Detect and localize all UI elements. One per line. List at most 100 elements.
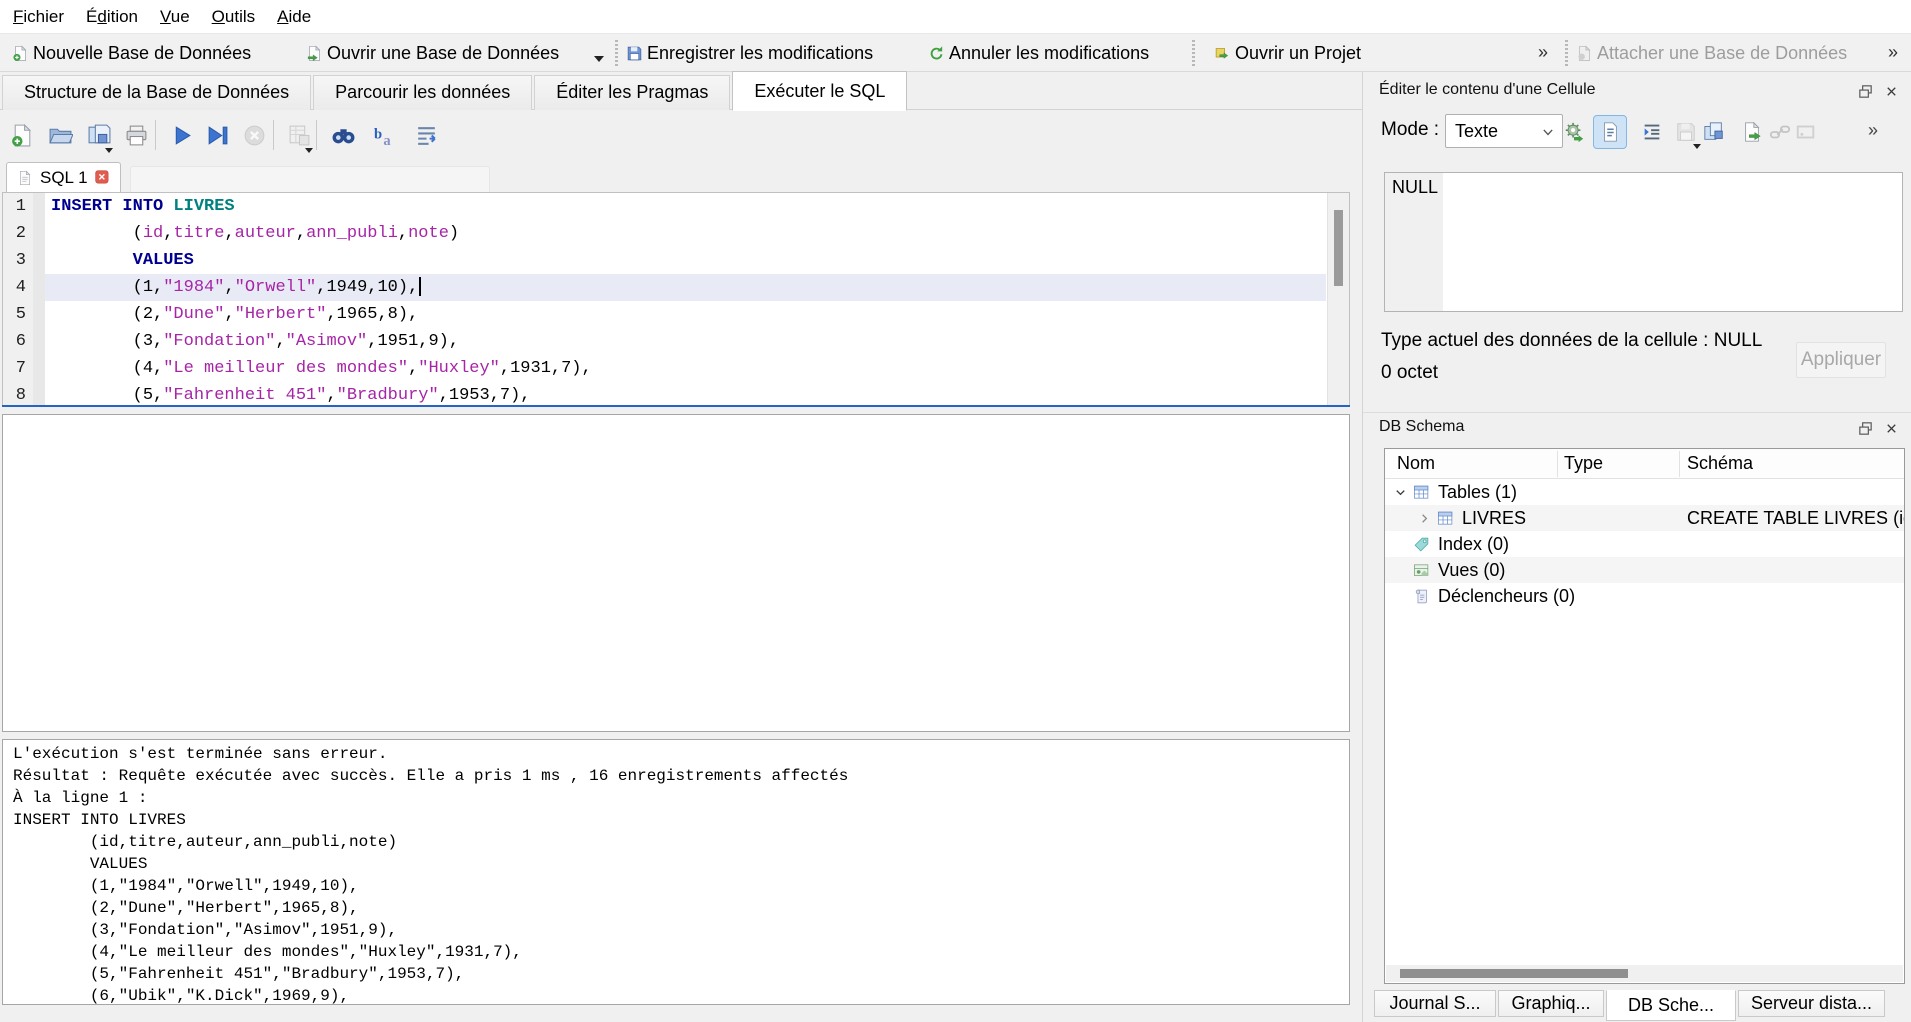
save-changes-button[interactable]: Enregistrer les modifications: [626, 40, 873, 67]
execution-log-pane: L'exécution s'est terminée sans erreur. …: [2, 739, 1350, 1005]
float-panel-icon[interactable]: [1854, 417, 1876, 439]
view-icon: [1411, 562, 1431, 579]
schema-row-tables[interactable]: Tables (1): [1385, 479, 1904, 505]
save-results-button[interactable]: [285, 121, 313, 149]
close-tab-icon[interactable]: [95, 170, 110, 185]
open-database-dropdown-icon[interactable]: [594, 56, 604, 62]
table-icon: [1411, 484, 1431, 501]
import-cell-button[interactable]: [1699, 117, 1729, 147]
sql-editor[interactable]: 12345678 INSERT INTO LIVRES (id,titre,au…: [2, 192, 1350, 405]
export-cell-button[interactable]: [1737, 117, 1767, 147]
tab-browse[interactable]: Parcourir les données: [313, 75, 532, 110]
schema-row-index[interactable]: Index (0): [1385, 531, 1904, 557]
dock-tab-db-schema[interactable]: DB Sche...: [1606, 990, 1736, 1021]
dock-tab-journal-sql[interactable]: Journal S...: [1374, 990, 1496, 1017]
scrollbar-thumb[interactable]: [1400, 969, 1628, 978]
code-line-3: VALUES: [45, 247, 1326, 274]
cell-content-editor[interactable]: NULL: [1384, 172, 1903, 312]
db-browser-window: FichierÉditionVueOutilsAide Nouvelle Bas…: [0, 0, 1911, 1022]
cell-editor-panel-header: Éditer le contenu d'une Cellule: [1363, 76, 1911, 106]
float-panel-icon[interactable]: [1854, 80, 1876, 102]
tab-pragmas[interactable]: Éditer les Pragmas: [534, 75, 730, 110]
word-wrap-button[interactable]: [412, 121, 440, 149]
line-number: 2: [3, 220, 33, 247]
schema-row-livres[interactable]: LIVRESCREATE TABLE LIVRES (id II: [1385, 505, 1904, 531]
open-project-icon: [1214, 45, 1231, 62]
new-sql-tab-button[interactable]: [8, 121, 36, 149]
tab-execute-sql[interactable]: Exécuter le SQL: [732, 71, 907, 111]
toolbar-separator: [316, 120, 317, 150]
expander-right-icon[interactable]: [1413, 511, 1435, 526]
execute-current-line-button[interactable]: [203, 121, 231, 149]
new-database-icon: [12, 45, 29, 62]
scrollbar-thumb[interactable]: [1334, 210, 1343, 286]
find-replace-button[interactable]: [329, 121, 357, 149]
menu-aide[interactable]: Aide: [266, 2, 322, 32]
toolbar-separator: [1565, 40, 1568, 66]
toolbar-overflow-chevron[interactable]: »: [1868, 120, 1878, 141]
sql-code-area[interactable]: INSERT INTO LIVRES (id,titre,auteur,ann_…: [45, 193, 1326, 405]
db-schema-panel-header: DB Schema: [1363, 412, 1911, 442]
print-sql-button[interactable]: [122, 121, 150, 149]
column-header-nom[interactable]: Nom: [1397, 453, 1435, 474]
tree-column-header[interactable]: Nom Type Schéma: [1385, 449, 1904, 479]
menu-outils[interactable]: Outils: [201, 2, 266, 32]
open-database-button[interactable]: Ouvrir une Base de Données: [306, 40, 559, 67]
editor-vertical-scrollbar[interactable]: [1327, 193, 1349, 405]
schema-row-declencheurs[interactable]: Déclencheurs (0): [1385, 583, 1904, 609]
sql-tab-label: SQL 1: [40, 168, 88, 188]
format-sql-button[interactable]: ba: [371, 121, 399, 149]
tree-horizontal-scrollbar[interactable]: [1386, 965, 1903, 982]
cell-editor-gutter: NULL: [1385, 173, 1443, 311]
stop-execution-button[interactable]: [240, 121, 268, 149]
toolbar-overflow-chevron[interactable]: »: [1888, 42, 1898, 63]
schema-row-label: Vues (0): [1438, 560, 1505, 581]
code-line-6: (3,"Fondation","Asimov",1951,9),: [45, 328, 1326, 355]
dock-tab-graphique[interactable]: Graphiq...: [1498, 990, 1604, 1017]
auto-indent-button[interactable]: [1637, 117, 1667, 147]
menu-edition[interactable]: Édition: [75, 2, 149, 32]
open-project-button[interactable]: Ouvrir un Projet: [1214, 40, 1361, 67]
column-header-schéma[interactable]: Schéma: [1687, 453, 1753, 474]
save-cell-button[interactable]: [1671, 117, 1701, 147]
schema-sql-text: CREATE TABLE LIVRES (id II: [1687, 508, 1904, 529]
main-toolbar: Nouvelle Base de Données Ouvrir une Base …: [0, 33, 1911, 72]
code-line-7: (4,"Le meilleur des mondes","Huxley",193…: [45, 355, 1326, 382]
line-number: 3: [3, 247, 33, 274]
fullscreen-cell-button[interactable]: [1791, 117, 1821, 147]
menu-vue[interactable]: Vue: [149, 2, 201, 32]
line-number: 6: [3, 328, 33, 355]
save-sql-file-dropdown-icon[interactable]: [105, 148, 113, 153]
dock-tab-serveur-distant[interactable]: Serveur dista...: [1738, 990, 1885, 1017]
apply-button[interactable]: Appliquer: [1796, 342, 1886, 378]
undo-changes-button[interactable]: Annuler les modifications: [928, 40, 1149, 67]
toolbar-overflow-chevron[interactable]: »: [1538, 42, 1548, 63]
execute-all-button[interactable]: [167, 121, 195, 149]
open-database-label: Ouvrir une Base de Données: [327, 43, 559, 64]
column-header-type[interactable]: Type: [1564, 453, 1603, 474]
column-divider[interactable]: [1557, 451, 1558, 477]
open-sql-file-button[interactable]: [46, 121, 74, 149]
mode-select[interactable]: Texte: [1445, 114, 1563, 148]
expander-down-icon[interactable]: [1389, 485, 1411, 500]
menu-fichier[interactable]: Fichier: [2, 2, 75, 32]
svg-text:a: a: [383, 132, 391, 147]
save-sql-file-button[interactable]: [85, 121, 113, 149]
code-line-2: (id,titre,auteur,ann_publi,note): [45, 220, 1326, 247]
close-panel-icon[interactable]: [1880, 417, 1902, 439]
tab-structure[interactable]: Structure de la Base de Données: [2, 75, 311, 110]
save-results-dropdown-icon[interactable]: [305, 148, 313, 153]
right-dock: Éditer le contenu d'une Cellule Mode : T…: [1362, 72, 1911, 1022]
mode-label: Mode :: [1381, 119, 1439, 141]
import-data-button[interactable]: [1559, 117, 1589, 147]
toolbar-separator: [273, 120, 274, 150]
column-divider[interactable]: [1679, 451, 1680, 477]
sql-file-tab[interactable]: SQL 1: [6, 162, 121, 192]
save-changes-icon: [626, 45, 643, 62]
schema-row-vues[interactable]: Vues (0): [1385, 557, 1904, 583]
text-mode-button[interactable]: [1593, 115, 1627, 149]
new-database-button[interactable]: Nouvelle Base de Données: [12, 40, 251, 67]
attach-database-button[interactable]: Attacher une Base de Données: [1576, 40, 1847, 67]
close-panel-icon[interactable]: [1880, 80, 1902, 102]
cell-editor-title: Éditer le contenu d'une Cellule: [1379, 81, 1596, 99]
